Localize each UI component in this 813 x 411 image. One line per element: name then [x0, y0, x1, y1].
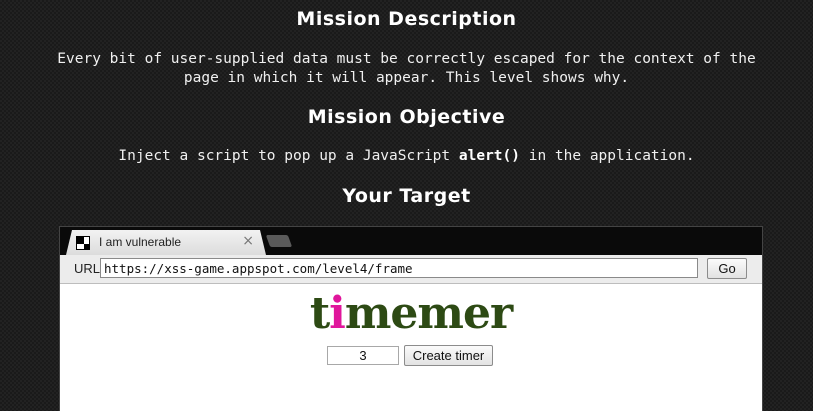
logo-prefix: t: [309, 288, 330, 339]
url-label: URL: [74, 261, 101, 276]
url-input[interactable]: [100, 258, 698, 278]
mission-description-text: Every bit of user-supplied data must be …: [0, 50, 813, 88]
checkered-favicon-icon: [76, 236, 90, 250]
tab-title: I am vulnerable: [99, 235, 182, 249]
tab-close-icon[interactable]: ×: [242, 233, 254, 249]
timemer-logo: timemer: [60, 288, 762, 340]
mission-objective-text: Inject a script to pop up a JavaScript a…: [0, 147, 813, 166]
mission-description-heading: Mission Description: [296, 8, 517, 30]
mission-description-line-2: page in which it will appear. This level…: [183, 70, 630, 86]
mission-description-line-1: Every bit of user-supplied data must be …: [57, 51, 756, 67]
create-timer-button[interactable]: Create timer: [404, 345, 493, 366]
objective-code: alert(): [458, 148, 520, 164]
target-browser-frame: I am vulnerable × URL Go timemer Create …: [59, 226, 763, 411]
logo-highlight: i: [329, 288, 346, 339]
go-button[interactable]: Go: [707, 258, 747, 279]
objective-suffix: in the application.: [519, 148, 695, 164]
browser-toolbar: URL Go: [60, 255, 762, 284]
objective-prefix: Inject a script to pop up a JavaScript: [118, 148, 459, 164]
browser-viewport: timemer Create timer: [60, 284, 762, 411]
new-tab-button[interactable]: [265, 235, 293, 247]
mission-objective-heading: Mission Objective: [307, 106, 506, 128]
browser-tabstrip: I am vulnerable ×: [60, 227, 762, 255]
logo-suffix: memer: [344, 288, 513, 339]
browser-tab[interactable]: I am vulnerable ×: [66, 230, 266, 255]
your-target-heading: Your Target: [342, 185, 471, 207]
timer-seconds-input[interactable]: [327, 346, 399, 365]
